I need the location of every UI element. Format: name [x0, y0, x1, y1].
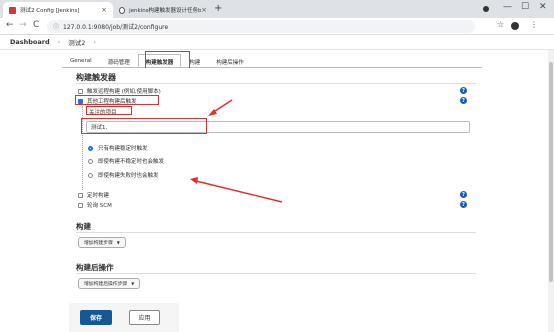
- add-build-step-label: 增加构建步骤: [84, 241, 113, 246]
- annotation-box-input: [81, 118, 207, 134]
- trigger-periodic-option[interactable]: 定时构建: [78, 191, 109, 199]
- new-tab-button[interactable]: +: [214, 3, 222, 14]
- browser-tab-title: 测试2 Config [Jenkins]: [20, 8, 80, 14]
- radio-stable-option[interactable]: 只有构建稳定时触发: [88, 144, 148, 152]
- url-text: 127.0.0.1:9080/job/测试2/configure: [63, 24, 169, 31]
- annotation-box-checkbox: [75, 95, 159, 105]
- trigger-remote-option[interactable]: 触发远程构建 (例如,使用脚本): [78, 87, 161, 95]
- annotation-box-label: [86, 106, 132, 115]
- caret-down-icon: ▼: [116, 240, 120, 245]
- config-form: 构建触发器 触发远程构建 (例如,使用脚本) ? 其他工程构建后触发 ? 关注的…: [62, 68, 482, 332]
- add-post-build-step-button[interactable]: 增加构建后操作步骤 ▼: [78, 278, 141, 289]
- close-tab-icon[interactable]: ×: [201, 6, 207, 14]
- close-tab-icon[interactable]: ×: [101, 6, 107, 14]
- section-divider: [76, 232, 476, 233]
- minimize-icon[interactable]: —: [503, 2, 512, 12]
- address-bar[interactable]: ⓘ 127.0.0.1:9080/job/测试2/configure: [47, 20, 475, 33]
- maximize-icon[interactable]: ☐: [521, 2, 529, 12]
- menu-icon[interactable]: ⋮: [530, 20, 538, 29]
- window-close-icon[interactable]: ✕: [539, 2, 547, 12]
- remote-trigger-checkbox[interactable]: [78, 88, 83, 94]
- browser-tab-search[interactable]: jenkins构建触发器设计任务build… ×: [113, 2, 213, 18]
- browser-tab-title: jenkins构建触发器设计任务build…: [129, 8, 202, 14]
- periodic-checkbox[interactable]: [78, 192, 83, 198]
- trigger-poll-scm-option[interactable]: 轮询 SCM: [78, 201, 112, 209]
- help-icon[interactable]: ?: [460, 191, 467, 198]
- apply-button[interactable]: 应用: [129, 310, 160, 325]
- radio-stable-label: 只有构建稳定时触发: [98, 146, 148, 152]
- browser-tab-strip: 测试2 Config [Jenkins] × jenkins构建触发器设计任务b…: [0, 0, 554, 18]
- config-page: General 源码管理 构建触发器 构建 构建后操作 构建触发器 触发远程构建…: [0, 50, 554, 332]
- section-heading-triggers: 构建触发器: [76, 73, 116, 82]
- help-icon[interactable]: ?: [460, 87, 467, 94]
- poll-scm-checkbox[interactable]: [78, 202, 83, 208]
- back-icon[interactable]: ←: [6, 20, 14, 30]
- tab-source-code[interactable]: 源码管理: [100, 54, 138, 67]
- breadcrumb-separator[interactable]: ›: [93, 38, 96, 46]
- radio-stable[interactable]: [88, 145, 93, 151]
- add-build-step-button[interactable]: 增加构建步骤 ▼: [78, 237, 126, 248]
- scrollbar-thumb[interactable]: [549, 62, 553, 282]
- tab-general[interactable]: General: [62, 54, 100, 67]
- browser-toolbar: ← → C ⓘ 127.0.0.1:9080/job/测试2/configure…: [0, 18, 554, 35]
- radio-unstable-label: 即使构建不稳定时也会触发: [98, 159, 165, 165]
- section-divider: [76, 273, 476, 274]
- profile-icon[interactable]: [483, 6, 489, 12]
- breadcrumb-dashboard[interactable]: Dashboard: [10, 38, 50, 46]
- search-favicon-icon: [119, 6, 126, 14]
- account-icon[interactable]: [511, 22, 519, 30]
- tab-post-build[interactable]: 构建后操作: [208, 54, 252, 67]
- bookmark-star-icon[interactable]: ☆: [497, 20, 504, 29]
- radio-unstable[interactable]: [88, 158, 93, 164]
- reload-icon[interactable]: C: [33, 20, 39, 30]
- poll-scm-label: 轮询 SCM: [87, 203, 112, 209]
- forward-icon[interactable]: →: [19, 20, 27, 30]
- section-divider: [76, 83, 476, 84]
- breadcrumb-separator: ›: [57, 38, 61, 46]
- remote-trigger-label: 触发远程构建 (例如,使用脚本): [87, 89, 161, 95]
- save-button[interactable]: 保存: [80, 310, 112, 325]
- help-icon[interactable]: ?: [460, 201, 467, 208]
- jenkins-favicon-icon: [9, 6, 16, 14]
- periodic-label: 定时构建: [87, 193, 110, 199]
- radio-failed-option[interactable]: 即使构建失败时也会触发: [88, 171, 159, 179]
- radio-unstable-option[interactable]: 即使构建不稳定时也会触发: [88, 157, 164, 165]
- caret-down-icon: ▼: [131, 281, 135, 286]
- help-icon[interactable]: ?: [460, 97, 467, 104]
- radio-failed-label: 即使构建失败时也会触发: [98, 173, 159, 179]
- radio-failed[interactable]: [88, 172, 93, 178]
- breadcrumb-job[interactable]: 测试2: [68, 37, 85, 47]
- browser-tab-config[interactable]: 测试2 Config [Jenkins] ×: [3, 2, 113, 18]
- add-post-build-step-label: 增加构建后操作步骤: [84, 282, 128, 287]
- section-heading-post-build: 构建后操作: [76, 263, 114, 272]
- section-heading-build: 构建: [76, 222, 91, 231]
- info-icon[interactable]: ⓘ: [53, 22, 59, 31]
- breadcrumb: Dashboard › 测试2 ›: [0, 35, 554, 50]
